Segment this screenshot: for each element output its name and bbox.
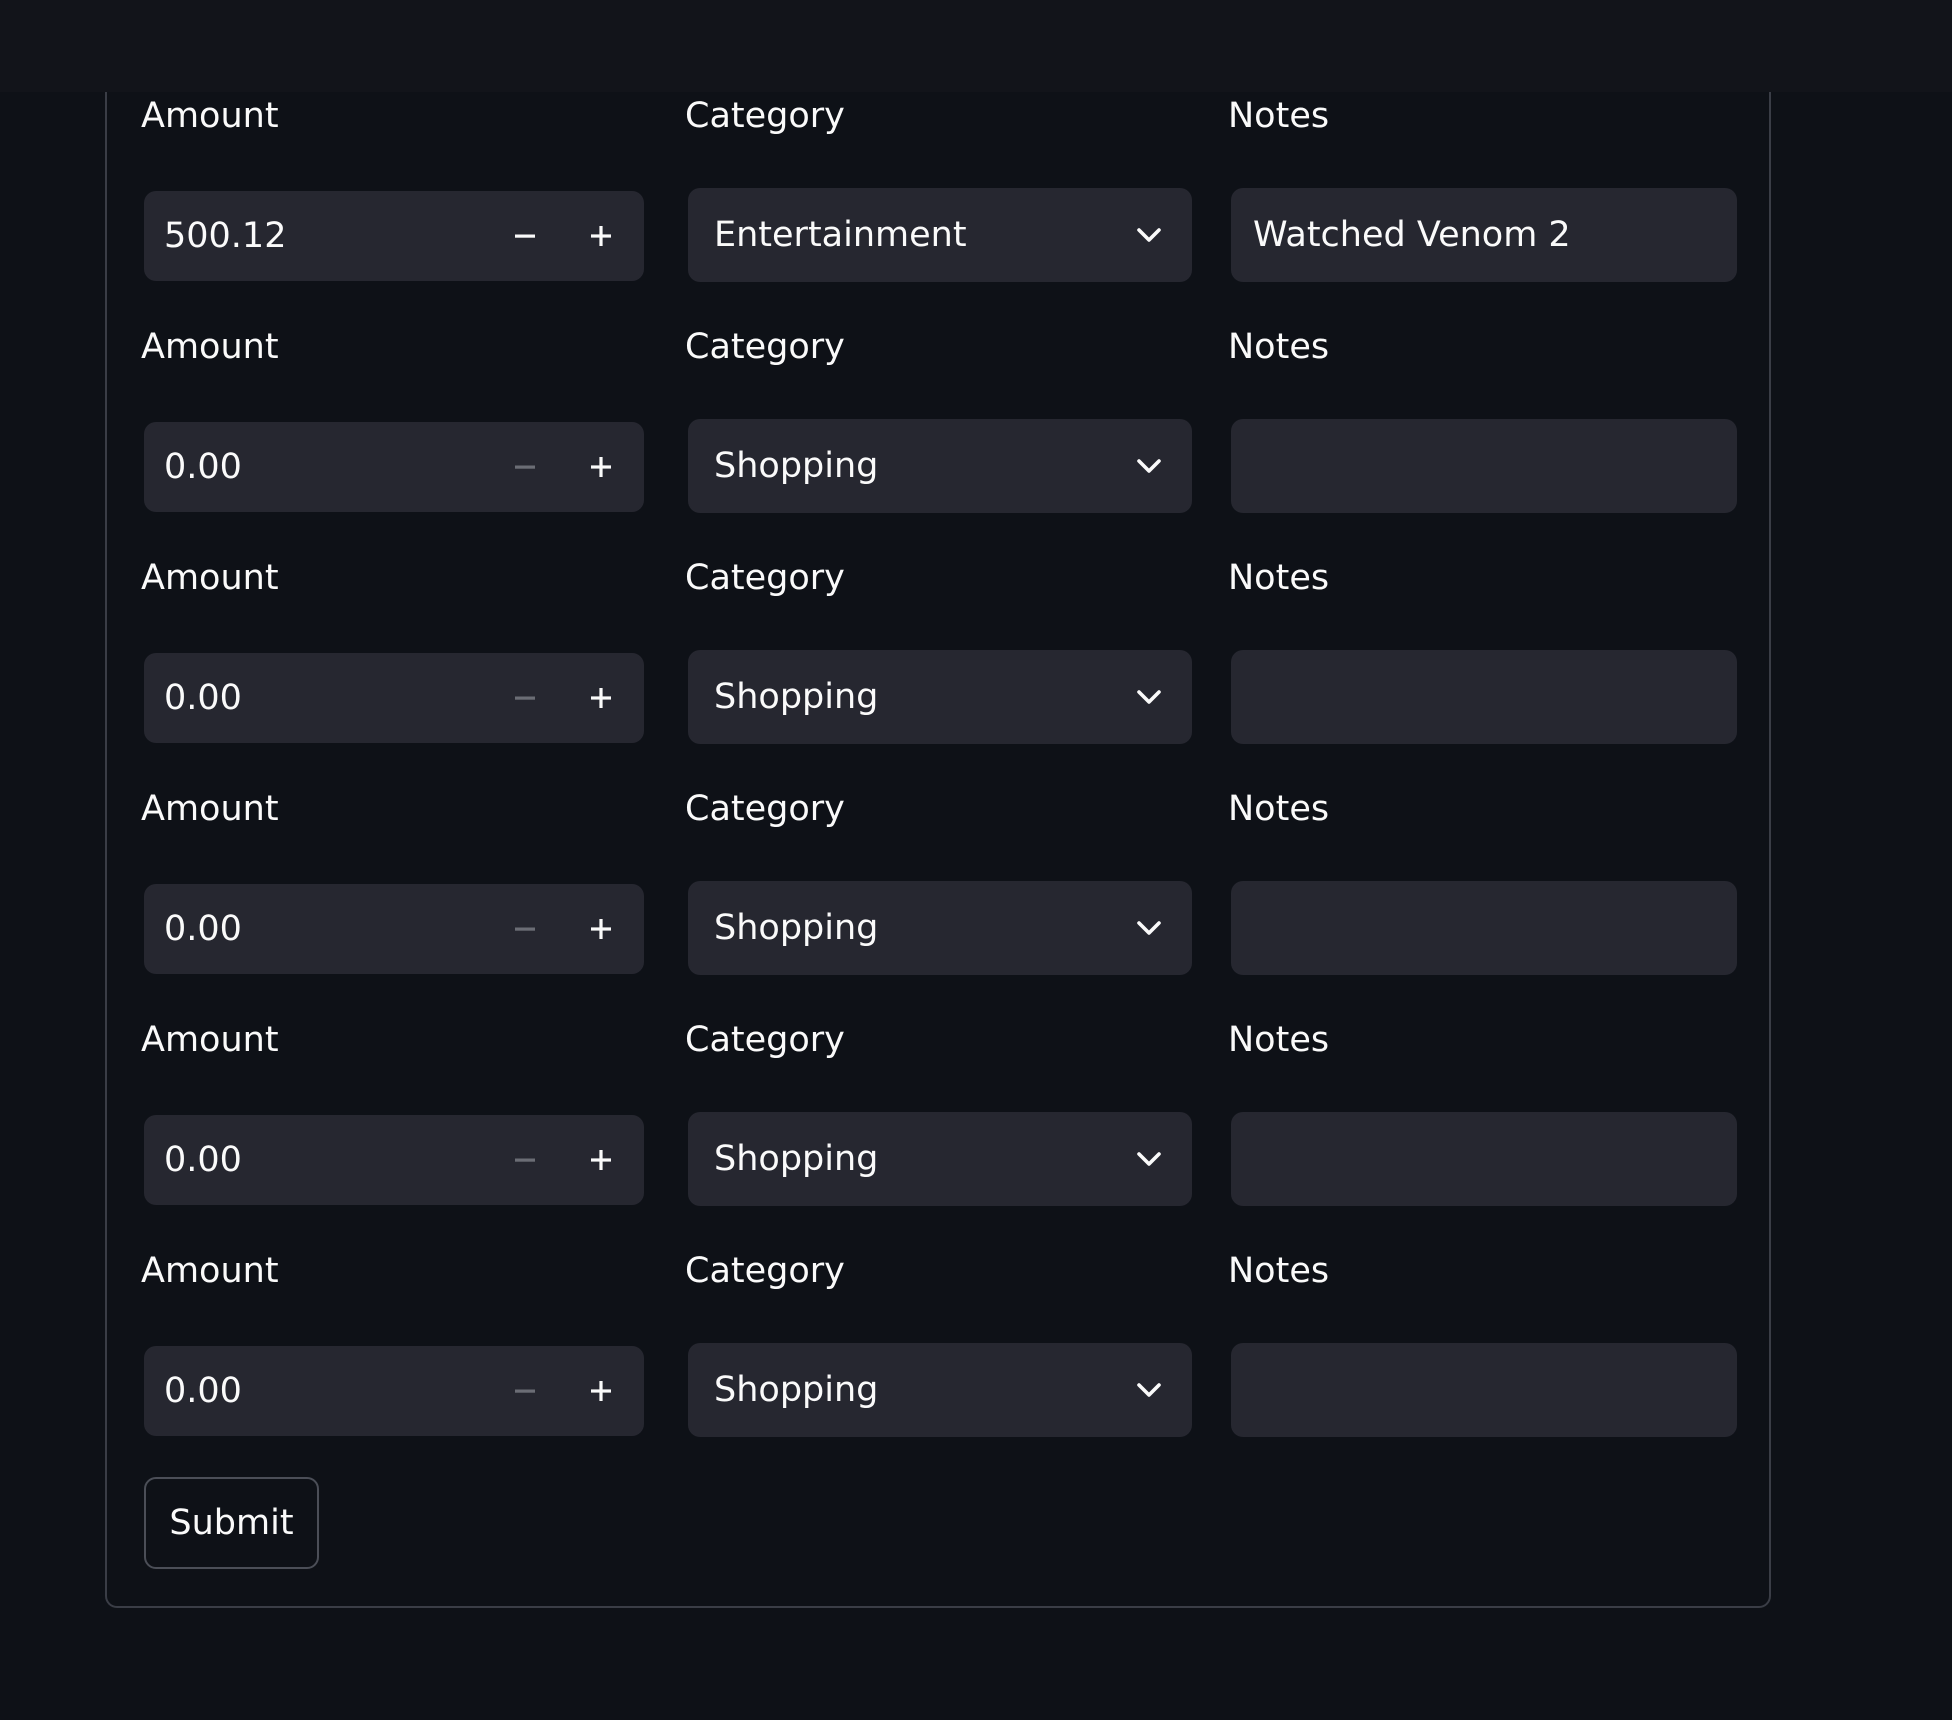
plus-icon	[590, 1149, 612, 1171]
expense-form: Amount Category Notes Entertainment Amount Ca…	[105, 92, 1771, 1608]
amount-label: Amount	[141, 558, 279, 598]
category-value: Shopping	[714, 1370, 879, 1410]
increment-button[interactable]	[569, 191, 633, 281]
category-label: Category	[685, 789, 845, 829]
notes-field	[1231, 1343, 1737, 1437]
notes-label: Notes	[1228, 789, 1330, 829]
notes-label: Notes	[1228, 327, 1330, 367]
top-bar	[0, 0, 1952, 92]
notes-field	[1231, 419, 1737, 513]
category-select[interactable]: Shopping	[688, 419, 1192, 513]
amount-input[interactable]	[164, 422, 484, 512]
category-value: Shopping	[714, 1139, 879, 1179]
amount-input[interactable]	[164, 653, 484, 743]
decrement-button[interactable]	[493, 1346, 557, 1436]
amount-stepper	[144, 884, 644, 974]
notes-input[interactable]	[1253, 881, 1713, 975]
minus-icon	[514, 225, 536, 247]
plus-icon	[590, 225, 612, 247]
decrement-button[interactable]	[493, 422, 557, 512]
amount-label: Amount	[141, 96, 279, 136]
category-value: Shopping	[714, 908, 879, 948]
amount-input[interactable]	[164, 191, 484, 281]
notes-label: Notes	[1228, 1020, 1330, 1060]
expense-row: Amount Category Notes Shopping	[107, 1016, 1769, 1247]
category-value: Entertainment	[714, 215, 967, 255]
increment-button[interactable]	[569, 1346, 633, 1436]
amount-stepper	[144, 1115, 644, 1205]
notes-input[interactable]	[1253, 188, 1713, 282]
chevron-down-icon	[1136, 419, 1162, 513]
decrement-button[interactable]	[493, 653, 557, 743]
notes-label: Notes	[1228, 558, 1330, 598]
category-select[interactable]: Shopping	[688, 650, 1192, 744]
chevron-down-icon	[1136, 188, 1162, 282]
category-select[interactable]: Shopping	[688, 1112, 1192, 1206]
minus-icon	[514, 1380, 536, 1402]
notes-field	[1231, 1112, 1737, 1206]
plus-icon	[590, 456, 612, 478]
category-label: Category	[685, 96, 845, 136]
category-value: Shopping	[714, 446, 879, 486]
decrement-button[interactable]	[493, 1115, 557, 1205]
amount-stepper	[144, 653, 644, 743]
notes-input[interactable]	[1253, 419, 1713, 513]
amount-input[interactable]	[164, 1115, 484, 1205]
increment-button[interactable]	[569, 653, 633, 743]
expense-row: Amount Category Notes Shopping	[107, 323, 1769, 554]
expense-row: Amount Category Notes Entertainment	[107, 92, 1769, 323]
category-label: Category	[685, 1251, 845, 1291]
category-label: Category	[685, 1020, 845, 1060]
plus-icon	[590, 918, 612, 940]
amount-stepper	[144, 422, 644, 512]
increment-button[interactable]	[569, 1115, 633, 1205]
minus-icon	[514, 456, 536, 478]
notes-label: Notes	[1228, 1251, 1330, 1291]
increment-button[interactable]	[569, 884, 633, 974]
chevron-down-icon	[1136, 650, 1162, 744]
amount-label: Amount	[141, 1020, 279, 1060]
notes-input[interactable]	[1253, 650, 1713, 744]
category-value: Shopping	[714, 677, 879, 717]
notes-input[interactable]	[1253, 1112, 1713, 1206]
decrement-button[interactable]	[493, 191, 557, 281]
notes-field	[1231, 650, 1737, 744]
expense-row: Amount Category Notes Shopping	[107, 785, 1769, 1016]
minus-icon	[514, 687, 536, 709]
increment-button[interactable]	[569, 422, 633, 512]
category-select[interactable]: Shopping	[688, 881, 1192, 975]
notes-field	[1231, 881, 1737, 975]
amount-input[interactable]	[164, 1346, 484, 1436]
amount-input[interactable]	[164, 884, 484, 974]
minus-icon	[514, 1149, 536, 1171]
amount-label: Amount	[141, 789, 279, 829]
submit-button[interactable]: Submit	[144, 1477, 319, 1569]
plus-icon	[590, 1380, 612, 1402]
decrement-button[interactable]	[493, 884, 557, 974]
amount-stepper	[144, 1346, 644, 1436]
chevron-down-icon	[1136, 1343, 1162, 1437]
amount-label: Amount	[141, 327, 279, 367]
expense-row: Amount Category Notes Shopping	[107, 554, 1769, 785]
amount-stepper	[144, 191, 644, 281]
minus-icon	[514, 918, 536, 940]
chevron-down-icon	[1136, 1112, 1162, 1206]
plus-icon	[590, 687, 612, 709]
chevron-down-icon	[1136, 881, 1162, 975]
amount-label: Amount	[141, 1251, 279, 1291]
notes-input[interactable]	[1253, 1343, 1713, 1437]
expense-row: Amount Category Notes Shopping	[107, 1247, 1769, 1478]
category-select[interactable]: Entertainment	[688, 188, 1192, 282]
category-label: Category	[685, 558, 845, 598]
category-label: Category	[685, 327, 845, 367]
notes-label: Notes	[1228, 96, 1330, 136]
notes-field	[1231, 188, 1737, 282]
category-select[interactable]: Shopping	[688, 1343, 1192, 1437]
